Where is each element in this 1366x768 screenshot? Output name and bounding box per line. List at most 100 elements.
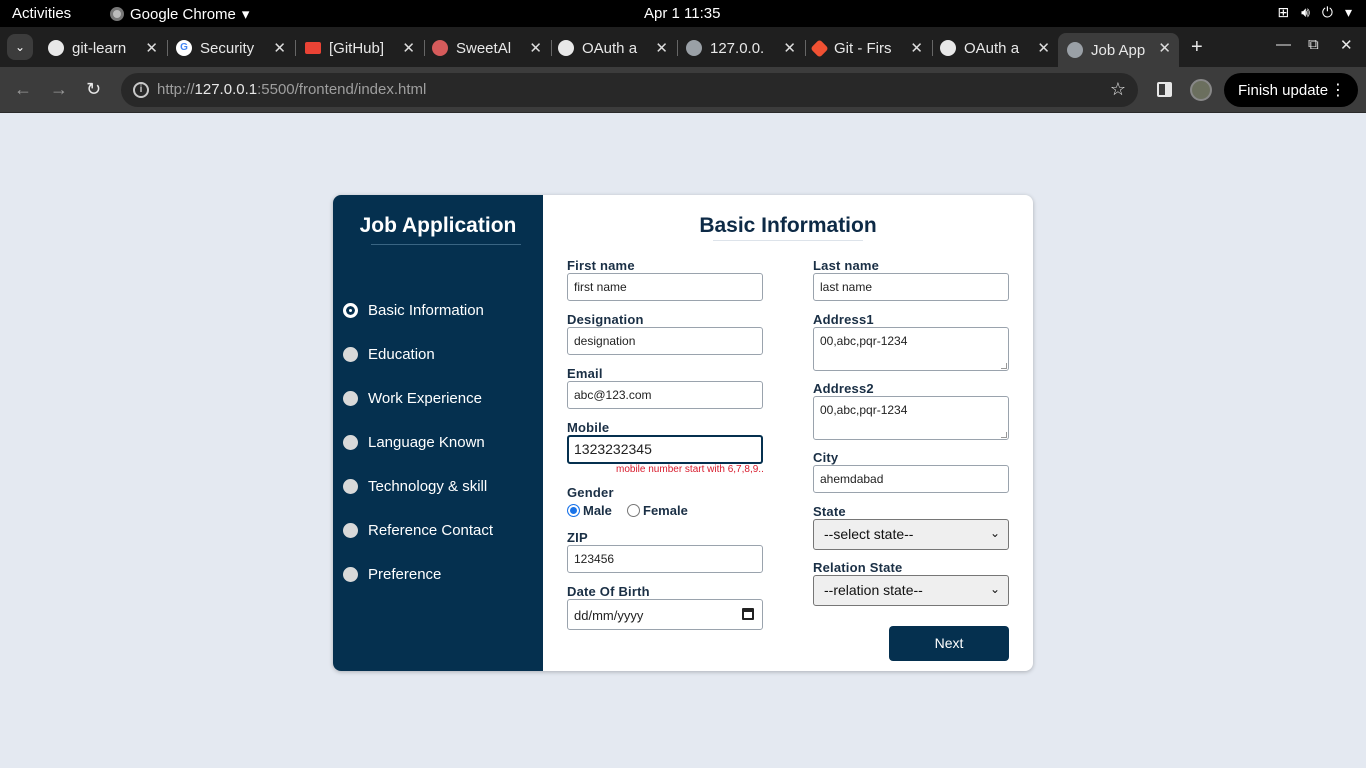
next-button[interactable]: Next bbox=[889, 626, 1009, 661]
browser-tab[interactable]: OAuth a ✕ bbox=[940, 33, 1058, 63]
tab-strip: ⌄ git-learn ✕ G Security ✕ [GitHub] ✕ Sw… bbox=[0, 27, 1366, 67]
step-preference[interactable]: Preference bbox=[343, 566, 441, 583]
minimize-icon[interactable]: — bbox=[1276, 36, 1291, 53]
system-tray[interactable]: ⊞ 🔊︎ ⏻ ▾ bbox=[1277, 4, 1352, 21]
step-work-experience[interactable]: Work Experience bbox=[343, 390, 482, 407]
browser-tab-active[interactable]: Job App ✕ bbox=[1058, 33, 1179, 67]
zip-label: ZIP bbox=[567, 530, 588, 545]
browser-tab[interactable]: Git - Firs ✕ bbox=[810, 33, 933, 63]
close-tab-icon[interactable]: ✕ bbox=[910, 39, 923, 57]
title-underline bbox=[713, 240, 863, 241]
activities-button[interactable]: Activities bbox=[12, 5, 71, 22]
dropdown-arrow-icon: ⌄ bbox=[989, 582, 1000, 596]
step-label: Education bbox=[368, 346, 435, 363]
dob-field[interactable]: dd/mm/yyyy bbox=[567, 599, 763, 630]
step-label: Technology & skill bbox=[368, 478, 488, 495]
close-tab-icon[interactable]: ✕ bbox=[402, 39, 415, 57]
designation-field[interactable]: designation bbox=[567, 327, 763, 355]
forward-arrow-icon[interactable]: → bbox=[50, 79, 68, 100]
mobile-field[interactable]: 1323232345 bbox=[567, 435, 763, 464]
relation-state-select[interactable]: --relation state-- ⌄ bbox=[813, 575, 1009, 606]
tab-divider bbox=[167, 40, 168, 56]
tab-divider bbox=[424, 40, 425, 56]
gender-male-radio[interactable]: Male bbox=[567, 503, 612, 518]
close-tab-icon[interactable]: ✕ bbox=[529, 39, 542, 57]
close-tab-icon[interactable]: ✕ bbox=[655, 39, 668, 57]
step-reference-contact[interactable]: Reference Contact bbox=[343, 522, 493, 539]
email-field[interactable]: abc@123.com bbox=[567, 381, 763, 409]
app-name: Google Chrome bbox=[130, 5, 236, 23]
address-bar[interactable]: i http://127.0.0.1:5500/frontend/index.h… bbox=[121, 73, 1138, 107]
github-icon bbox=[558, 40, 574, 56]
url-path: :5500/frontend/index.html bbox=[257, 81, 427, 98]
reload-icon[interactable]: ↻ bbox=[86, 79, 101, 100]
browser-tab[interactable]: OAuth a ✕ bbox=[558, 33, 678, 63]
browser-tab[interactable]: G Security ✕ bbox=[176, 33, 296, 63]
app-menu[interactable]: Google Chrome ▾ bbox=[110, 5, 249, 23]
browser-tab[interactable]: 127.0.0. ✕ bbox=[686, 33, 806, 63]
github-icon bbox=[48, 40, 64, 56]
calendar-icon[interactable] bbox=[742, 608, 754, 620]
tab-search-button[interactable]: ⌄ bbox=[7, 34, 33, 60]
mobile-label: Mobile bbox=[567, 420, 610, 435]
back-arrow-icon[interactable]: ← bbox=[14, 79, 32, 100]
zip-field[interactable]: 123456 bbox=[567, 545, 763, 573]
restore-icon[interactable]: ⧉ bbox=[1308, 36, 1319, 53]
browser-tab[interactable]: [GitHub] ✕ bbox=[305, 33, 425, 63]
step-indicator-icon bbox=[343, 523, 358, 538]
address2-textarea[interactable]: 00,abc,pqr-1234 bbox=[813, 396, 1009, 440]
site-info-icon[interactable]: i bbox=[133, 82, 149, 98]
radio-unchecked-icon bbox=[627, 504, 640, 517]
resize-grip-icon[interactable] bbox=[1001, 363, 1007, 369]
browser-tab[interactable]: git-learn ✕ bbox=[48, 33, 168, 63]
step-education[interactable]: Education bbox=[343, 346, 435, 363]
close-tab-icon[interactable]: ✕ bbox=[273, 39, 286, 57]
address2-label: Address2 bbox=[813, 381, 874, 396]
close-tab-icon[interactable]: ✕ bbox=[1158, 39, 1171, 57]
last-name-field[interactable]: last name bbox=[813, 273, 1009, 301]
close-tab-icon[interactable]: ✕ bbox=[145, 39, 158, 57]
step-indicator-icon bbox=[343, 435, 358, 450]
tab-label: OAuth a bbox=[964, 39, 1020, 57]
resize-grip-icon[interactable] bbox=[1001, 432, 1007, 438]
chrome-icon bbox=[110, 7, 124, 21]
city-field[interactable]: ahemdabad bbox=[813, 465, 1009, 493]
browser-toolbar: ← → ↻ i http://127.0.0.1:5500/frontend/i… bbox=[0, 67, 1366, 113]
browser-tab[interactable]: SweetAl ✕ bbox=[432, 33, 552, 63]
step-technology-skill[interactable]: Technology & skill bbox=[343, 478, 487, 495]
email-label: Email bbox=[567, 366, 603, 381]
tab-divider bbox=[295, 40, 296, 56]
address1-textarea[interactable]: 00,abc,pqr-1234 bbox=[813, 327, 1009, 371]
clock[interactable]: Apr 1 11:35 bbox=[644, 5, 720, 22]
step-indicator-icon bbox=[343, 479, 358, 494]
bookmark-star-icon[interactable]: ☆ bbox=[1110, 79, 1126, 100]
close-window-icon[interactable]: ✕ bbox=[1340, 36, 1353, 54]
sidebar-title: Job Application bbox=[359, 214, 517, 237]
first-name-field[interactable]: first name bbox=[567, 273, 763, 301]
dob-placeholder: dd/mm/yyyy bbox=[574, 608, 644, 623]
close-tab-icon[interactable]: ✕ bbox=[783, 39, 796, 57]
step-label: Basic Information bbox=[368, 302, 484, 319]
close-tab-icon[interactable]: ✕ bbox=[1037, 39, 1050, 57]
step-language-known[interactable]: Language Known bbox=[343, 434, 485, 451]
finish-update-button[interactable]: Finish update ⋮ bbox=[1224, 73, 1358, 107]
chevron-down-icon: ⌄ bbox=[14, 40, 26, 54]
sweetalert-icon bbox=[432, 40, 448, 56]
new-tab-button[interactable]: + bbox=[1191, 36, 1203, 59]
gender-label: Gender bbox=[567, 485, 614, 500]
url-text[interactable]: http://127.0.0.1:5500/frontend/index.htm… bbox=[157, 81, 426, 98]
dob-label: Date Of Birth bbox=[567, 584, 650, 599]
gmail-icon bbox=[305, 42, 321, 54]
relation-state-selected-value: --relation state-- bbox=[824, 582, 923, 598]
profile-avatar[interactable] bbox=[1190, 79, 1212, 101]
url-host: 127.0.0.1 bbox=[194, 81, 258, 98]
state-select[interactable]: --select state-- ⌄ bbox=[813, 519, 1009, 550]
github-icon bbox=[940, 40, 956, 56]
gender-female-radio[interactable]: Female bbox=[627, 503, 688, 518]
globe-icon bbox=[686, 40, 702, 56]
side-panel-icon[interactable] bbox=[1157, 82, 1172, 97]
step-basic-information[interactable]: Basic Information bbox=[343, 302, 484, 319]
form-title: Basic Information bbox=[699, 214, 877, 237]
first-name-label: First name bbox=[567, 258, 635, 273]
step-indicator-icon bbox=[343, 347, 358, 362]
